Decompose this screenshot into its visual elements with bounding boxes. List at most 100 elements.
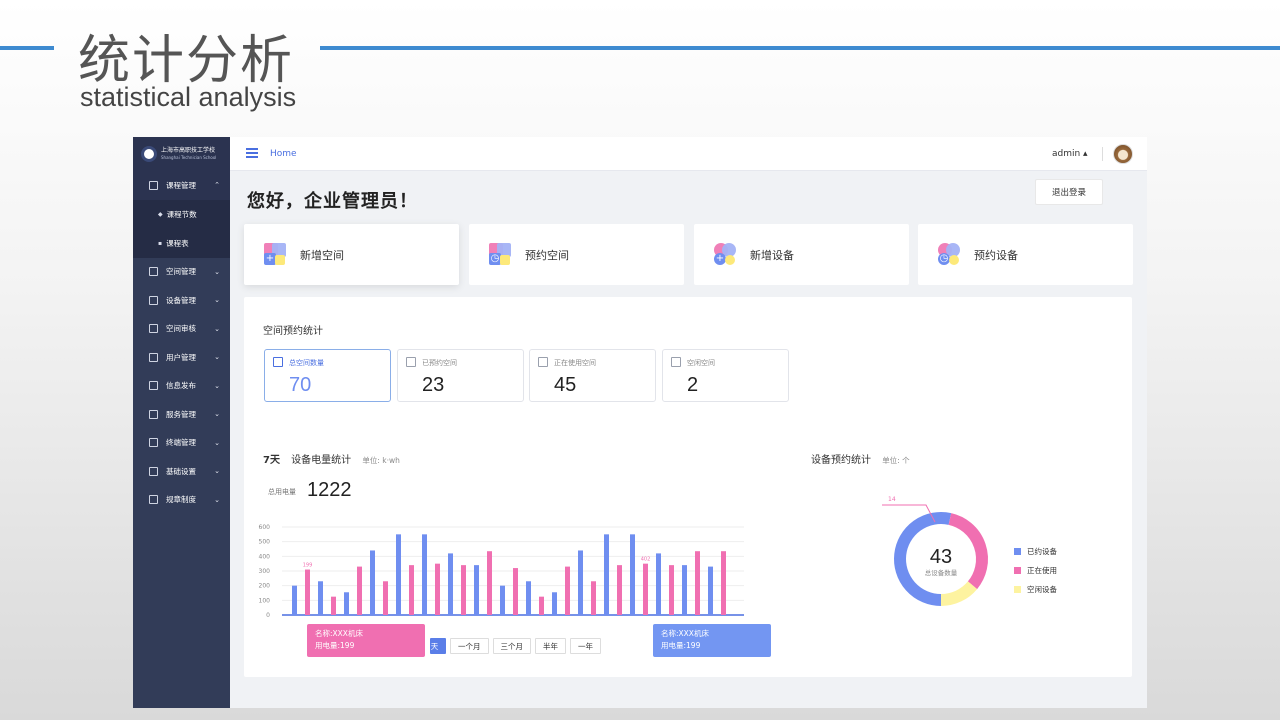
- range-day-button[interactable]: 天: [430, 638, 446, 654]
- sidebar-item-9[interactable]: 规章制度 ⌄: [133, 486, 230, 515]
- power-period-label: 7天: [263, 455, 280, 466]
- sidebar-item-4[interactable]: 用户管理 ⌄: [133, 343, 230, 372]
- sidebar-item-label: 空间审核: [166, 324, 196, 334]
- bar[interactable]: [435, 563, 440, 615]
- app-window: 上海市高职技工学校 Shanghai Technician School 课程管…: [133, 137, 1147, 708]
- space-icon: [671, 357, 681, 367]
- bar[interactable]: [409, 565, 414, 615]
- bar[interactable]: [695, 551, 700, 615]
- bar[interactable]: [448, 553, 453, 615]
- legend-label: 空闲设备: [1027, 585, 1057, 594]
- range-month-button[interactable]: 一个月: [450, 638, 489, 654]
- chevron-down-icon: ⌄: [214, 353, 220, 361]
- sidebar-item-2[interactable]: 设备管理 ⌄: [133, 286, 230, 315]
- y-tick-label: 300: [259, 568, 271, 575]
- menu-item-icon: [149, 352, 158, 362]
- menu-item-icon: [149, 295, 158, 305]
- quick-action-reserve-space[interactable]: ◷ 预约空间: [469, 224, 684, 285]
- sidebar-item-1[interactable]: 空间管理 ⌄: [133, 258, 230, 287]
- bar[interactable]: [565, 566, 570, 615]
- bar[interactable]: [591, 581, 596, 615]
- bar[interactable]: [357, 566, 362, 615]
- bar[interactable]: [383, 581, 388, 615]
- bar[interactable]: [604, 534, 609, 615]
- bar[interactable]: [487, 551, 492, 615]
- menu-toggle-icon[interactable]: [246, 148, 258, 158]
- reserve-space-icon: ◷: [489, 242, 513, 267]
- y-tick-label: 0: [266, 612, 270, 619]
- bar[interactable]: [630, 534, 635, 615]
- legend-swatch: [1014, 567, 1021, 574]
- chevron-down-icon: ⌄: [214, 267, 220, 276]
- sidebar-item-0[interactable]: 课程管理 ⌃: [133, 171, 230, 200]
- bar[interactable]: [656, 553, 661, 615]
- legend-swatch: [1014, 548, 1021, 555]
- stat-card-reserved-spaces[interactable]: 已预约空间 23: [397, 349, 524, 402]
- logout-button[interactable]: 退出登录: [1035, 179, 1103, 205]
- sidebar-item-label: 终端管理: [166, 438, 196, 448]
- bar[interactable]: [578, 550, 583, 615]
- bar[interactable]: [513, 568, 518, 615]
- menu-item-icon: [149, 180, 158, 190]
- bar[interactable]: [396, 534, 401, 615]
- y-tick-label: 200: [259, 583, 271, 590]
- bar[interactable]: [669, 565, 674, 615]
- bar[interactable]: [526, 581, 531, 615]
- bar-data-label: 199: [303, 563, 313, 569]
- bar[interactable]: [292, 585, 297, 615]
- sidebar-subitem-1[interactable]: ▪ 课程表: [133, 228, 230, 258]
- sidebar-item-7[interactable]: 终端管理 ⌄: [133, 429, 230, 458]
- bar[interactable]: [474, 565, 479, 615]
- sidebar-item-8[interactable]: 基础设置 ⌄: [133, 457, 230, 486]
- bar[interactable]: [643, 563, 648, 615]
- bar[interactable]: [617, 565, 622, 615]
- stat-card-total-spaces[interactable]: 总空间数量 70: [264, 349, 391, 402]
- donut-center-value: 43: [930, 546, 952, 568]
- bar[interactable]: [422, 534, 427, 615]
- sidebar-item-label: 服务管理: [166, 409, 196, 419]
- bar[interactable]: [539, 596, 544, 615]
- logo[interactable]: 上海市高职技工学校 Shanghai Technician School: [133, 137, 230, 171]
- donut-slice[interactable]: [940, 581, 978, 606]
- bar[interactable]: [344, 592, 349, 615]
- tooltip-pink: 名称:XXX机床 用电量:199: [307, 624, 425, 657]
- quick-action-reserve-device[interactable]: ◷ 预约设备: [918, 224, 1133, 285]
- bar[interactable]: [318, 581, 323, 615]
- sidebar-item-label: 课程管理: [166, 180, 196, 190]
- user-menu[interactable]: admin ▴: [1052, 149, 1088, 159]
- menu-item-icon: [149, 324, 158, 334]
- sidebar-item-3[interactable]: 空间审核 ⌄: [133, 315, 230, 344]
- range-year-button[interactable]: 一年: [570, 638, 601, 654]
- bar[interactable]: [721, 551, 726, 615]
- stat-card-in-use-spaces[interactable]: 正在使用空间 45: [529, 349, 656, 402]
- bar[interactable]: [708, 566, 713, 615]
- avatar[interactable]: [1113, 144, 1133, 164]
- sidebar-item-6[interactable]: 服务管理 ⌄: [133, 400, 230, 429]
- bar[interactable]: [552, 592, 557, 615]
- greeting: 您好，企业管理员！: [247, 191, 418, 212]
- range-selector: 天 一个月 三个月 半年 一年: [430, 638, 601, 654]
- legend-item-free[interactable]: 空闲设备: [1014, 580, 1057, 599]
- chevron-down-icon: ⌄: [214, 381, 220, 390]
- add-device-icon: +: [714, 242, 738, 267]
- sidebar-item-5[interactable]: 信息发布 ⌄: [133, 372, 230, 401]
- bar[interactable]: [682, 565, 687, 615]
- legend-item-reserved[interactable]: 已约设备: [1014, 542, 1057, 561]
- stat-card-free-spaces[interactable]: 空闲空间 2: [662, 349, 789, 402]
- bar[interactable]: [370, 550, 375, 615]
- legend-item-in-use[interactable]: 正在使用: [1014, 561, 1057, 580]
- range-quarter-button[interactable]: 三个月: [492, 638, 531, 654]
- bar[interactable]: [331, 596, 336, 615]
- reserve-device-icon: ◷: [938, 242, 962, 267]
- bar[interactable]: [305, 569, 310, 615]
- bar[interactable]: [500, 585, 505, 615]
- sidebar-subitem-0[interactable]: ◆ 课程节数: [133, 199, 230, 229]
- sidebar-item-label: 规章制度: [166, 495, 196, 505]
- bar[interactable]: [461, 565, 466, 615]
- breadcrumb-home[interactable]: Home: [270, 149, 297, 159]
- range-halfyear-button[interactable]: 半年: [535, 638, 566, 654]
- tooltip-blue: 名称:XXX机床 用电量:199: [653, 624, 771, 657]
- y-tick-label: 100: [259, 597, 271, 604]
- quick-action-add-space[interactable]: + 新增空间: [244, 224, 459, 285]
- quick-action-add-device[interactable]: + 新增设备: [694, 224, 909, 285]
